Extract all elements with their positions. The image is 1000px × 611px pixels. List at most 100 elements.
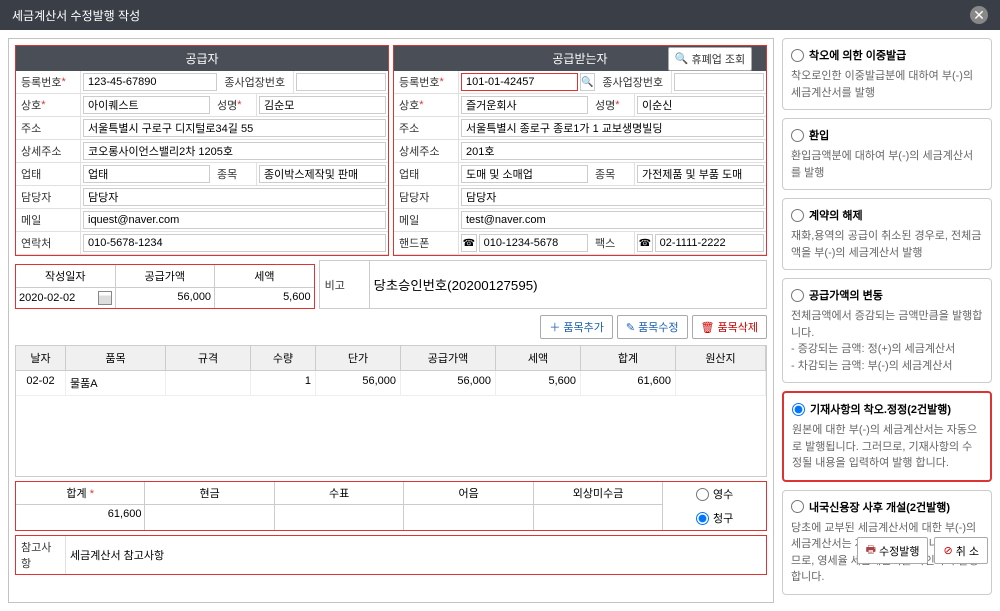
recipient-subbizno[interactable]: [674, 73, 764, 91]
search-icon: 🔍: [675, 52, 689, 65]
option-desc: 전체금액에서 증감되는 금액만큼을 발행합니다. - 증강되는 금액: 정(+)…: [791, 308, 983, 374]
revision-option-4[interactable]: 기재사항의 착오.정정(2건발행)원본에 대한 부(-)의 세금계산서는 자동으…: [782, 391, 992, 482]
recipient-subbizno-label: 종사업장번호: [597, 71, 672, 93]
table-row[interactable]: 02-02 물품A 1 56,000 56,000 5,600 61,600: [16, 371, 766, 396]
recipient-phone-label: 핸드폰: [394, 232, 459, 254]
remarks-input[interactable]: [370, 261, 766, 308]
recipient-detailaddr-label: 상세주소: [394, 140, 459, 162]
delete-item-button[interactable]: 🗑품목삭제: [692, 315, 767, 339]
col-total: 합계: [581, 346, 676, 370]
supplier-bizitem[interactable]: [259, 165, 386, 183]
option-radio[interactable]: [791, 209, 804, 222]
option-radio[interactable]: [791, 500, 804, 513]
supplier-address-label: 주소: [16, 117, 81, 139]
revision-option-2[interactable]: 계약의 해제재화,용역의 공급이 취소된 경우로, 전체금액을 부(-)의 세금…: [782, 198, 992, 270]
date-value: 2020-02-02: [19, 292, 75, 304]
supplier-subbizno-label: 종사업장번호: [219, 71, 294, 93]
supplier-email[interactable]: [83, 211, 386, 229]
recipient-company[interactable]: [461, 96, 588, 114]
recipient-address-label: 주소: [394, 117, 459, 139]
row-date: 02-02: [16, 371, 66, 395]
supplier-address[interactable]: [83, 119, 386, 137]
col-spec: 규격: [166, 346, 251, 370]
recipient-regno-label: 등록번호: [394, 71, 459, 93]
supplier-manager-label: 담당자: [16, 186, 81, 208]
supplier-regno[interactable]: [83, 73, 217, 91]
issue-button[interactable]: 🖶수정발행: [857, 537, 929, 564]
total-label: 합계: [66, 488, 86, 500]
recipient-email-label: 메일: [394, 209, 459, 231]
print-icon: 🖶: [866, 541, 876, 560]
cancel-button[interactable]: ⊘취 소: [934, 537, 988, 564]
bill-label: 어음: [404, 482, 532, 505]
recipient-regno[interactable]: [461, 73, 578, 91]
supplier-manager[interactable]: [83, 188, 386, 206]
date-label: 작성일자: [16, 265, 115, 288]
cash-label: 현금: [145, 482, 273, 505]
recipient-name[interactable]: [637, 96, 764, 114]
contact-icon[interactable]: ☎: [637, 234, 653, 252]
option-desc: 환입금액분에 대하여 부(-)의 세금계산서를 발행: [791, 148, 983, 181]
supplier-subbizno[interactable]: [296, 73, 386, 91]
recipient-fax-label: 팩스: [590, 232, 635, 254]
supplier-company[interactable]: [83, 96, 210, 114]
option-desc: 원본에 대한 부(-)의 세금계산서는 자동으로 발행됩니다. 그러므로, 기재…: [792, 422, 982, 472]
recipient-detailaddr[interactable]: [461, 142, 764, 160]
supplyamt-value: 56,000: [116, 288, 215, 306]
recipient-email[interactable]: [461, 211, 764, 229]
add-item-button[interactable]: ＋품목추가: [540, 315, 612, 339]
option-radio[interactable]: [791, 289, 804, 302]
recipient-bizitem[interactable]: [637, 165, 764, 183]
row-total: 61,600: [581, 371, 676, 395]
check-label: 수표: [275, 482, 403, 505]
supplier-detailaddr[interactable]: [83, 142, 386, 160]
calendar-icon[interactable]: [98, 291, 112, 305]
claim-radio[interactable]: [696, 512, 709, 525]
col-origin: 원산지: [676, 346, 766, 370]
recipient-address[interactable]: [461, 119, 764, 137]
receipt-radio[interactable]: [696, 488, 709, 501]
option-radio[interactable]: [791, 129, 804, 142]
receipt-label: 영수: [713, 486, 733, 502]
recipient-header: 공급받는자 🔍휴폐업 조회: [394, 46, 766, 71]
notes-input[interactable]: [66, 536, 766, 574]
supplier-name[interactable]: [259, 96, 386, 114]
supplier-biztype-label: 업태: [16, 163, 81, 185]
revision-option-0[interactable]: 착오에 의한 이중발급착오로인한 이중발급분에 대하여 부(-)의 세금계산서를…: [782, 38, 992, 110]
recipient-biztype-label: 업태: [394, 163, 459, 185]
col-date: 날자: [16, 346, 66, 370]
option-radio[interactable]: [791, 49, 804, 62]
tax-label: 세액: [215, 265, 314, 288]
revision-option-3[interactable]: 공급가액의 변동전체금액에서 증감되는 금액만큼을 발행합니다. - 증강되는 …: [782, 278, 992, 383]
recipient-manager[interactable]: [461, 188, 764, 206]
close-icon[interactable]: ✕: [970, 6, 988, 24]
business-status-lookup-button[interactable]: 🔍휴폐업 조회: [668, 47, 752, 71]
supplier-panel: 공급자 등록번호 종사업장번호 상호 성명 주소: [15, 45, 389, 256]
recipient-manager-label: 담당자: [394, 186, 459, 208]
cash-value: [145, 505, 273, 523]
claim-label: 청구: [713, 510, 733, 526]
plus-icon: ＋: [549, 319, 560, 335]
supplier-biztype[interactable]: [83, 165, 210, 183]
row-price: 56,000: [316, 371, 401, 395]
credit-label: 외상미수금: [534, 482, 662, 505]
recipient-header-label: 공급받는자: [552, 50, 607, 67]
option-title: 착오에 의한 이중발급: [809, 47, 906, 63]
supplier-contact[interactable]: [83, 234, 386, 252]
recipient-name-label: 성명: [590, 94, 635, 116]
recipient-biztype[interactable]: [461, 165, 588, 183]
supplyamt-label: 공급가액: [116, 265, 215, 288]
contact-icon[interactable]: ☎: [461, 234, 477, 252]
supplier-regno-label: 등록번호: [16, 71, 81, 93]
supplier-contact-label: 연락처: [16, 232, 81, 254]
title: 세금계산서 수정발행 작성: [12, 7, 140, 24]
revision-option-1[interactable]: 환입환입금액분에 대하여 부(-)의 세금계산서를 발행: [782, 118, 992, 190]
edit-item-button[interactable]: ✎품목수정: [617, 315, 688, 339]
recipient-phone[interactable]: [479, 234, 588, 252]
recipient-panel: 공급받는자 🔍휴폐업 조회 등록번호 🔍 종사업장번호 상호 성명: [393, 45, 767, 256]
recipient-fax[interactable]: [655, 234, 764, 252]
remarks-label: 비고: [320, 261, 370, 308]
check-value: [275, 505, 403, 523]
option-radio[interactable]: [792, 403, 805, 416]
search-icon[interactable]: 🔍: [580, 73, 596, 91]
